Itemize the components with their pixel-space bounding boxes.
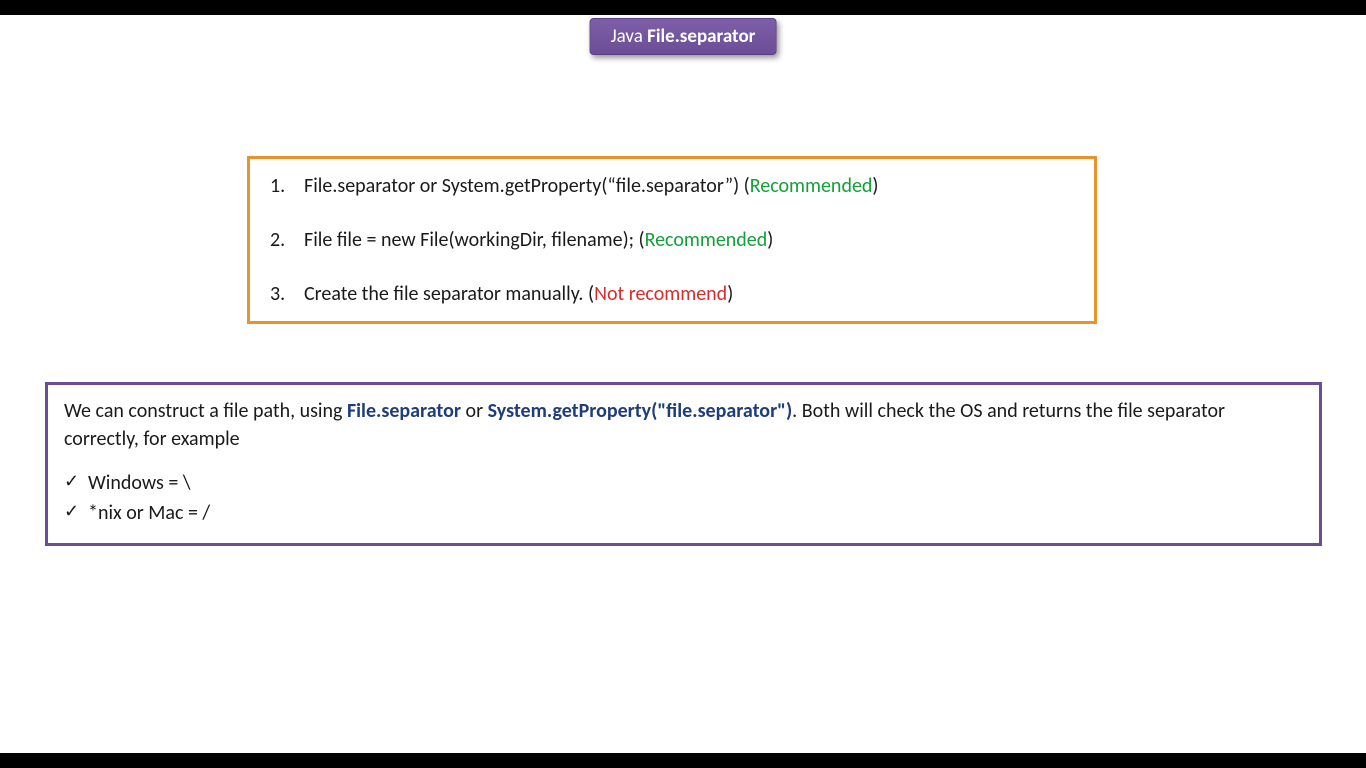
- method-item-1: File.separator or System.getProperty(“fi…: [270, 173, 1084, 199]
- explanation-box: We can construct a file path, using File…: [45, 382, 1322, 546]
- explanation-paragraph: We can construct a file path, using File…: [64, 397, 1303, 453]
- method-3-text: Create the file separator manually. (: [304, 282, 594, 306]
- example-nix: *nix or Mac = /: [64, 499, 1303, 527]
- method-2-suffix: ): [767, 228, 773, 252]
- os-examples-list: Windows = \ *nix or Mac = /: [64, 469, 1303, 527]
- method-item-2: File file = new File(workingDir, filenam…: [270, 227, 1084, 253]
- method-2-text: File file = new File(workingDir, filenam…: [304, 228, 645, 252]
- method-3-suffix: ): [727, 282, 733, 306]
- explain-part2: or: [461, 399, 488, 423]
- method-1-suffix: ): [872, 174, 878, 198]
- method-1-tag: Recommended: [750, 174, 873, 198]
- title-main: File.separator: [647, 25, 755, 48]
- explain-part1: We can construct a file path, using: [64, 399, 347, 423]
- explain-code2: System.getProperty("file.separator"): [488, 399, 793, 423]
- bottom-border-bar: [0, 753, 1366, 768]
- method-item-3: Create the file separator manually. (Not…: [270, 281, 1084, 307]
- methods-box: File.separator or System.getProperty(“fi…: [247, 156, 1097, 324]
- title-prefix: Java: [611, 25, 648, 48]
- method-1-text: File.separator or System.getProperty(“fi…: [304, 174, 750, 198]
- top-border-bar: [0, 0, 1366, 15]
- explain-code1: File.separator: [347, 399, 461, 423]
- example-windows: Windows = \: [64, 469, 1303, 497]
- method-2-tag: Recommended: [645, 228, 768, 252]
- method-3-tag: Not recommend: [594, 282, 727, 306]
- methods-list: File.separator or System.getProperty(“fi…: [270, 173, 1084, 307]
- slide-title: Java File.separator: [590, 18, 777, 55]
